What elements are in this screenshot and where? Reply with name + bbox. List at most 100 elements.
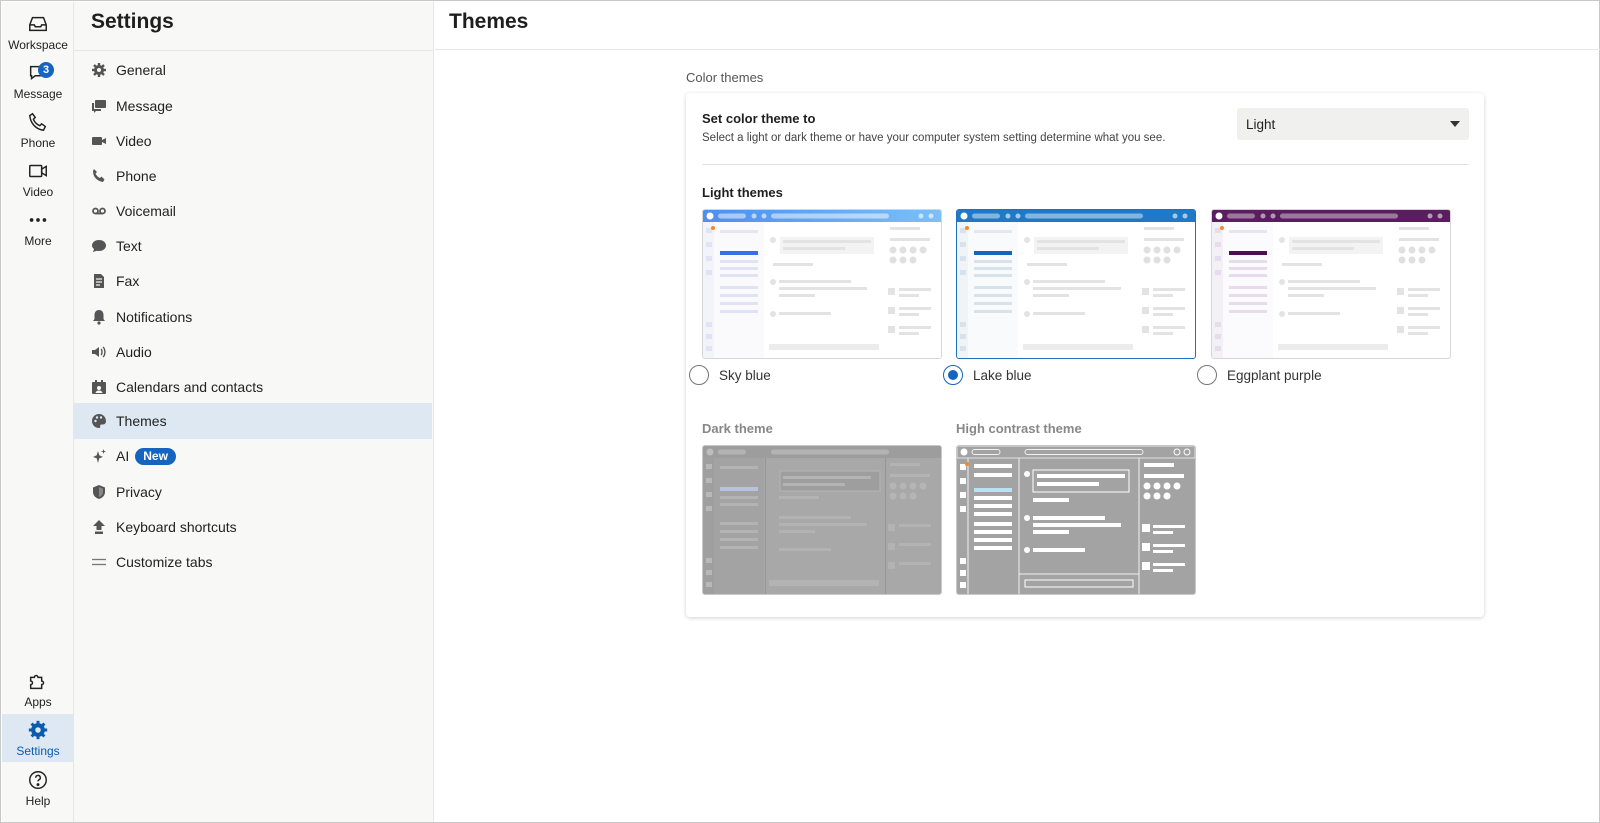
unread-badge: 3 (38, 62, 54, 78)
fax-icon (94, 274, 104, 288)
rail-label: Help (25, 793, 51, 808)
rail-apps[interactable]: Apps (2, 665, 74, 713)
theme-preview-graphic (703, 210, 941, 358)
radio-sky-blue[interactable]: Sky blue (689, 365, 771, 385)
rail-label: Phone (20, 135, 56, 150)
radio-circle (689, 365, 709, 385)
rail-message[interactable]: 3 Message (2, 57, 74, 105)
theme-preview-graphic (1212, 210, 1450, 358)
nav-item-voicemail[interactable]: Voicemail (74, 193, 432, 229)
theme-preview-lake-blue[interactable] (956, 209, 1196, 359)
nav-item-audio[interactable]: Audio (74, 334, 432, 370)
help-icon (29, 770, 47, 789)
text-bubble-icon (92, 240, 106, 252)
page-title: Themes (449, 10, 529, 33)
theme-preview-eggplant-purple[interactable] (1211, 209, 1451, 359)
select-value: Light (1246, 116, 1276, 132)
setting-title: Set color theme to (702, 111, 816, 126)
rail-help[interactable]: Help (2, 764, 74, 812)
chevron-down-icon (1450, 121, 1460, 127)
video-icon (29, 164, 47, 177)
keyboard-shortcut-icon (93, 520, 105, 534)
radio-label: Eggplant purple (1227, 367, 1322, 383)
theme-preview-high-contrast (956, 445, 1196, 595)
theme-mode-select[interactable]: Light (1237, 108, 1469, 140)
theme-preview-graphic (703, 446, 941, 594)
divider (74, 50, 434, 51)
nav-item-general[interactable]: General (74, 52, 432, 88)
light-themes-label: Light themes (702, 185, 783, 200)
theme-preview-sky-blue[interactable] (702, 209, 942, 359)
nav-item-message[interactable]: Message (74, 88, 432, 124)
palette-icon (92, 414, 106, 428)
chat-icon (92, 100, 106, 113)
nav-item-keyboard-shortcuts[interactable]: Keyboard shortcuts (74, 509, 432, 545)
main-header: Themes (435, 2, 1600, 50)
nav-item-privacy[interactable]: Privacy (74, 474, 432, 510)
nav-item-customize-tabs[interactable]: Customize tabs (74, 544, 432, 580)
divider (702, 164, 1469, 165)
voicemail-icon (92, 207, 106, 215)
theme-preview-graphic (957, 446, 1195, 594)
rail-workspace[interactable]: Workspace (2, 8, 74, 56)
nav-item-label: Message (116, 98, 173, 114)
radio-lake-blue[interactable]: Lake blue (943, 365, 1032, 385)
settings-title: Settings (91, 10, 174, 33)
nav-item-label: Themes (116, 413, 167, 429)
rail-label: More (24, 233, 52, 248)
nav-item-label: AI (116, 448, 130, 464)
menu-lines-icon (92, 558, 106, 566)
rail-more[interactable]: More (2, 204, 74, 252)
rail-video[interactable]: Video (2, 155, 74, 203)
nav-item-ai[interactable]: AI New (74, 438, 432, 474)
settings-nav: Settings General Message Video Phone Voi… (74, 2, 434, 822)
speaker-icon (92, 346, 106, 358)
apps-icon (29, 674, 45, 689)
nav-item-label: Keyboard shortcuts (116, 519, 237, 535)
rail-label: Video (22, 184, 54, 199)
nav-item-label: Phone (116, 168, 157, 184)
app-window: Workspace 3 Message Phone Video More App… (0, 0, 1600, 823)
nav-item-label: Voicemail (116, 203, 176, 219)
phone-icon (28, 112, 47, 131)
nav-item-label: Audio (116, 344, 152, 360)
nav-item-label: Video (116, 133, 152, 149)
more-icon (29, 217, 47, 222)
rail-label: Workspace (8, 37, 68, 52)
theme-preview-dark (702, 445, 942, 595)
section-label: Color themes (686, 70, 764, 85)
radio-eggplant-purple[interactable]: Eggplant purple (1197, 365, 1322, 385)
rail-label: Message (13, 86, 63, 101)
app-rail: Workspace 3 Message Phone Video More App… (2, 2, 74, 822)
nav-item-label: Privacy (116, 484, 162, 500)
settings-icon (28, 720, 48, 739)
shield-icon (93, 485, 105, 499)
nav-item-label: Customize tabs (116, 554, 213, 570)
nav-item-fax[interactable]: Fax (74, 263, 432, 299)
nav-item-label: Fax (116, 273, 140, 289)
rail-phone[interactable]: Phone (2, 106, 74, 154)
nav-item-label: Notifications (116, 309, 193, 325)
gear-icon (92, 63, 106, 77)
nav-item-label: Calendars and contacts (116, 379, 264, 395)
new-badge: New (135, 447, 176, 465)
radio-circle (1197, 365, 1217, 385)
nav-item-notifications[interactable]: Notifications (74, 299, 432, 335)
nav-item-text[interactable]: Text (74, 228, 432, 264)
theme-preview-graphic (957, 210, 1195, 358)
high-contrast-theme-label: High contrast theme (956, 421, 1082, 436)
radio-label: Lake blue (973, 367, 1032, 383)
rail-label: Apps (24, 694, 52, 709)
nav-item-video[interactable]: Video (74, 123, 432, 159)
nav-item-calendars[interactable]: Calendars and contacts (74, 369, 432, 405)
theme-card: Set color theme to Select a light or dar… (686, 93, 1484, 617)
video-icon (92, 137, 106, 145)
nav-item-themes[interactable]: Themes (74, 403, 432, 439)
nav-item-phone[interactable]: Phone (74, 158, 432, 194)
sparkle-icon (93, 449, 106, 463)
rail-label: Settings (16, 743, 60, 758)
nav-item-label: Text (116, 238, 142, 254)
phone-icon (93, 169, 105, 182)
calendar-icon (92, 380, 106, 394)
rail-settings[interactable]: Settings (2, 714, 74, 762)
